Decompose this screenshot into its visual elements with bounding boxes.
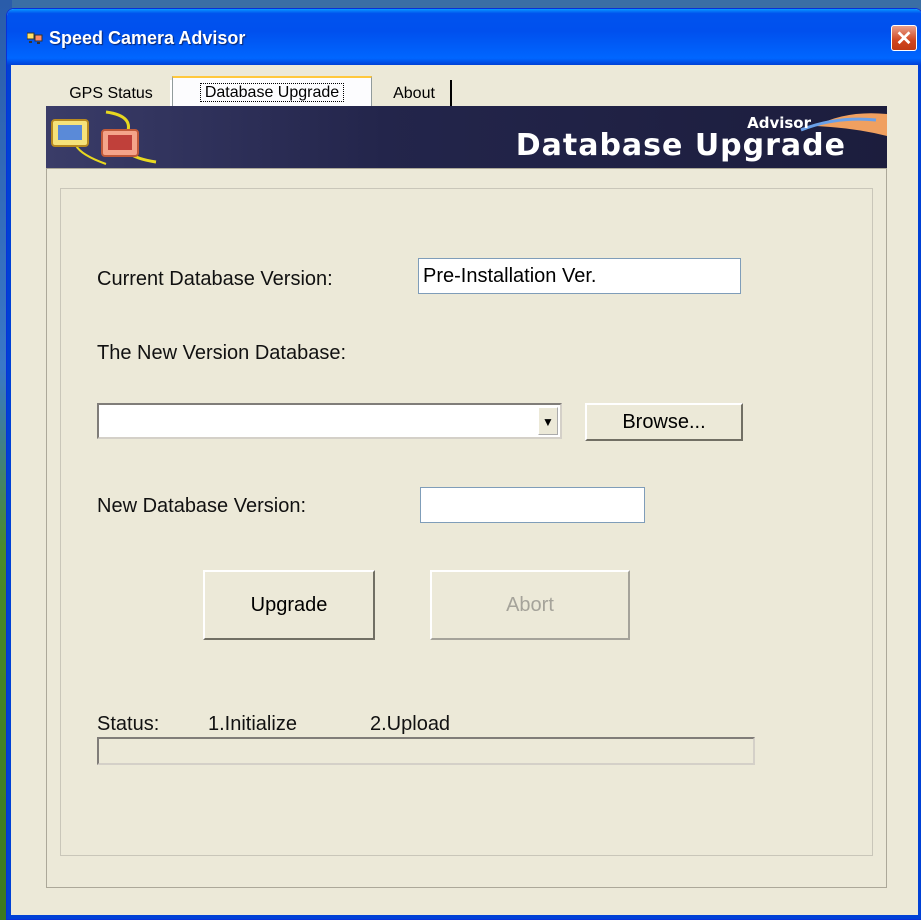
tab-gps-status[interactable]: GPS Status (52, 80, 172, 108)
new-version-field[interactable] (420, 487, 645, 523)
upgrade-button[interactable]: Upgrade (203, 570, 375, 640)
window-frame-left (7, 65, 11, 919)
window-frame-bottom (7, 915, 921, 919)
upgrade-progress-bar (97, 737, 755, 765)
new-database-combo[interactable]: ▼ (97, 403, 562, 439)
new-version-label: New Database Version: (97, 495, 307, 517)
abort-button: Abort (430, 570, 630, 640)
app-icon (27, 32, 43, 44)
tab-about[interactable]: About (378, 80, 452, 108)
close-icon: ✕ (895, 28, 913, 50)
title-bar[interactable]: Speed Camera Advisor ✕ (7, 9, 921, 65)
status-step-upload: 2.Upload (370, 713, 451, 735)
window-title: Speed Camera Advisor (49, 28, 246, 48)
new-database-label: The New Version Database: (97, 342, 347, 364)
close-button[interactable]: ✕ (891, 25, 917, 51)
tab-database-upgrade[interactable]: Database Upgrade (172, 76, 372, 108)
current-version-label: Current Database Version: (97, 268, 333, 290)
banner-title: Database Upgrade (515, 128, 846, 163)
browse-button[interactable]: Browse... (585, 403, 743, 441)
status-step-initialize: 1.Initialize (208, 713, 297, 735)
chevron-down-icon[interactable]: ▼ (538, 407, 558, 435)
status-label: Status: (97, 713, 160, 735)
header-banner: Advisor Database Upgrade (46, 106, 887, 168)
tab-database-upgrade-label: Database Upgrade (199, 83, 345, 102)
current-version-field[interactable]: Pre-Installation Ver. (418, 258, 741, 294)
